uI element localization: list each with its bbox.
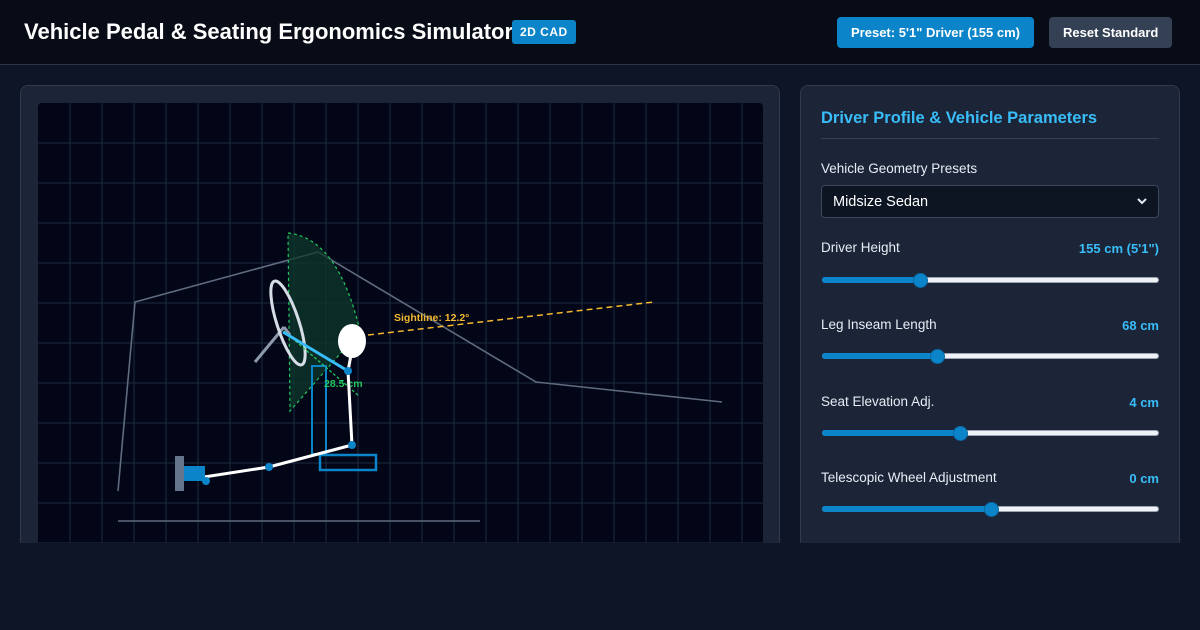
slider-fill bbox=[822, 277, 920, 283]
slider-thumb[interactable] bbox=[913, 273, 928, 288]
app-title: Vehicle Pedal & Seating Ergonomics Simul… bbox=[24, 19, 514, 44]
reset-standard-button[interactable]: Reset Standard bbox=[1049, 17, 1173, 48]
slider-thumb[interactable] bbox=[984, 502, 999, 517]
cad-canvas[interactable]: Sightline: 12.2° 28.5 cm bbox=[38, 103, 763, 554]
slider-fill bbox=[822, 506, 991, 512]
telescopic-wheel-label: Telescopic Wheel Adjustment bbox=[821, 470, 997, 485]
vehicle-body-outline bbox=[117, 251, 723, 492]
seat-elevation-value: 4 cm bbox=[1129, 395, 1159, 410]
hip-joint bbox=[348, 441, 356, 449]
app-header: Vehicle Pedal & Seating Ergonomics Simul… bbox=[0, 0, 1200, 65]
geometry-preset-select[interactable]: Midsize Sedan bbox=[821, 185, 1159, 218]
telescopic-wheel-value: 0 cm bbox=[1129, 471, 1159, 486]
driver-shin bbox=[203, 465, 270, 479]
cad-viewport-panel: Sightline: 12.2° 28.5 cm bbox=[20, 85, 780, 555]
page-footer-area bbox=[0, 543, 1200, 630]
slider-fill bbox=[822, 353, 937, 359]
panel-divider bbox=[821, 138, 1159, 139]
slider-thumb[interactable] bbox=[930, 349, 945, 364]
driver-height-slider[interactable] bbox=[822, 273, 1159, 288]
driver-head bbox=[338, 324, 366, 358]
pedal-mount bbox=[175, 456, 184, 491]
cad-mode-badge: 2D CAD bbox=[512, 20, 576, 44]
geometry-preset-value: Midsize Sedan bbox=[833, 194, 929, 210]
knee-joint bbox=[265, 463, 273, 471]
sightline-label: Sightline: 12.2° bbox=[394, 312, 469, 324]
driver-height-label: Driver Height bbox=[821, 240, 900, 255]
preset-driver-button[interactable]: Preset: 5'1" Driver (155 cm) bbox=[837, 17, 1034, 48]
geometry-preset-label: Vehicle Geometry Presets bbox=[821, 161, 978, 176]
leg-inseam-label: Leg Inseam Length bbox=[821, 317, 937, 332]
leg-inseam-value: 68 cm bbox=[1122, 318, 1159, 333]
panel-title: Driver Profile & Vehicle Parameters bbox=[821, 109, 1098, 127]
chevron-down-icon bbox=[1137, 198, 1147, 205]
reach-distance-label: 28.5 cm bbox=[324, 378, 363, 390]
cad-drawing: Sightline: 12.2° 28.5 cm bbox=[38, 103, 763, 554]
seat-elevation-label: Seat Elevation Adj. bbox=[821, 394, 935, 409]
grid bbox=[38, 103, 763, 554]
leg-inseam-slider[interactable] bbox=[822, 349, 1159, 364]
shoulder-joint bbox=[344, 367, 352, 375]
slider-thumb[interactable] bbox=[953, 426, 968, 441]
pedal[interactable] bbox=[184, 466, 205, 481]
parameters-panel: Driver Profile & Vehicle Parameters Vehi… bbox=[800, 85, 1180, 555]
telescopic-wheel-slider[interactable] bbox=[822, 502, 1159, 517]
seat-elevation-slider[interactable] bbox=[822, 426, 1159, 441]
driver-height-value: 155 cm (5'1") bbox=[1078, 241, 1159, 256]
slider-fill bbox=[822, 430, 960, 436]
